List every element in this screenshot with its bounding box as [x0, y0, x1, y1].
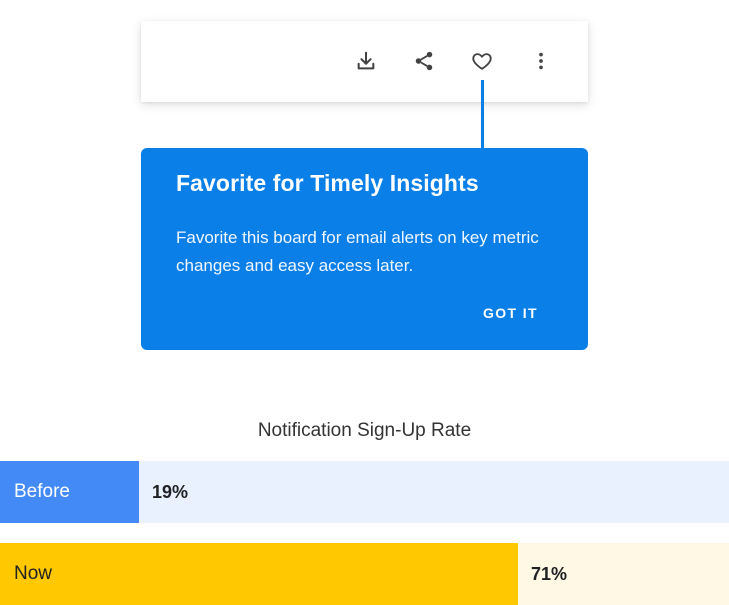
heart-icon — [472, 53, 492, 70]
got-it-button[interactable]: GOT IT — [483, 305, 538, 321]
favorite-button[interactable] — [464, 43, 500, 79]
tooltip-title: Favorite for Timely Insights — [176, 170, 479, 196]
bar-row-now: Now 71% — [0, 543, 729, 605]
share-icon — [415, 51, 433, 71]
bar-fill-now — [0, 543, 518, 605]
share-button[interactable] — [406, 43, 442, 79]
bar-label-before: Before — [14, 481, 70, 502]
tooltip-connector — [481, 80, 484, 150]
bar-value-before: 19% — [152, 482, 189, 502]
bar-value-now: 71% — [531, 564, 568, 584]
favorite-tooltip: Favorite for Timely Insights Favorite th… — [141, 148, 588, 350]
board-toolbar — [141, 21, 588, 102]
download-icon — [357, 51, 375, 70]
bar-row-before: Before 19% — [0, 461, 729, 523]
tooltip-body: Favorite this board for email alerts on … — [176, 228, 539, 275]
more-vert-icon — [539, 52, 543, 70]
more-options-button[interactable] — [523, 43, 559, 79]
bar-label-now: Now — [14, 563, 53, 584]
chart-title: Notification Sign-Up Rate — [257, 420, 472, 441]
download-button[interactable] — [348, 43, 384, 79]
